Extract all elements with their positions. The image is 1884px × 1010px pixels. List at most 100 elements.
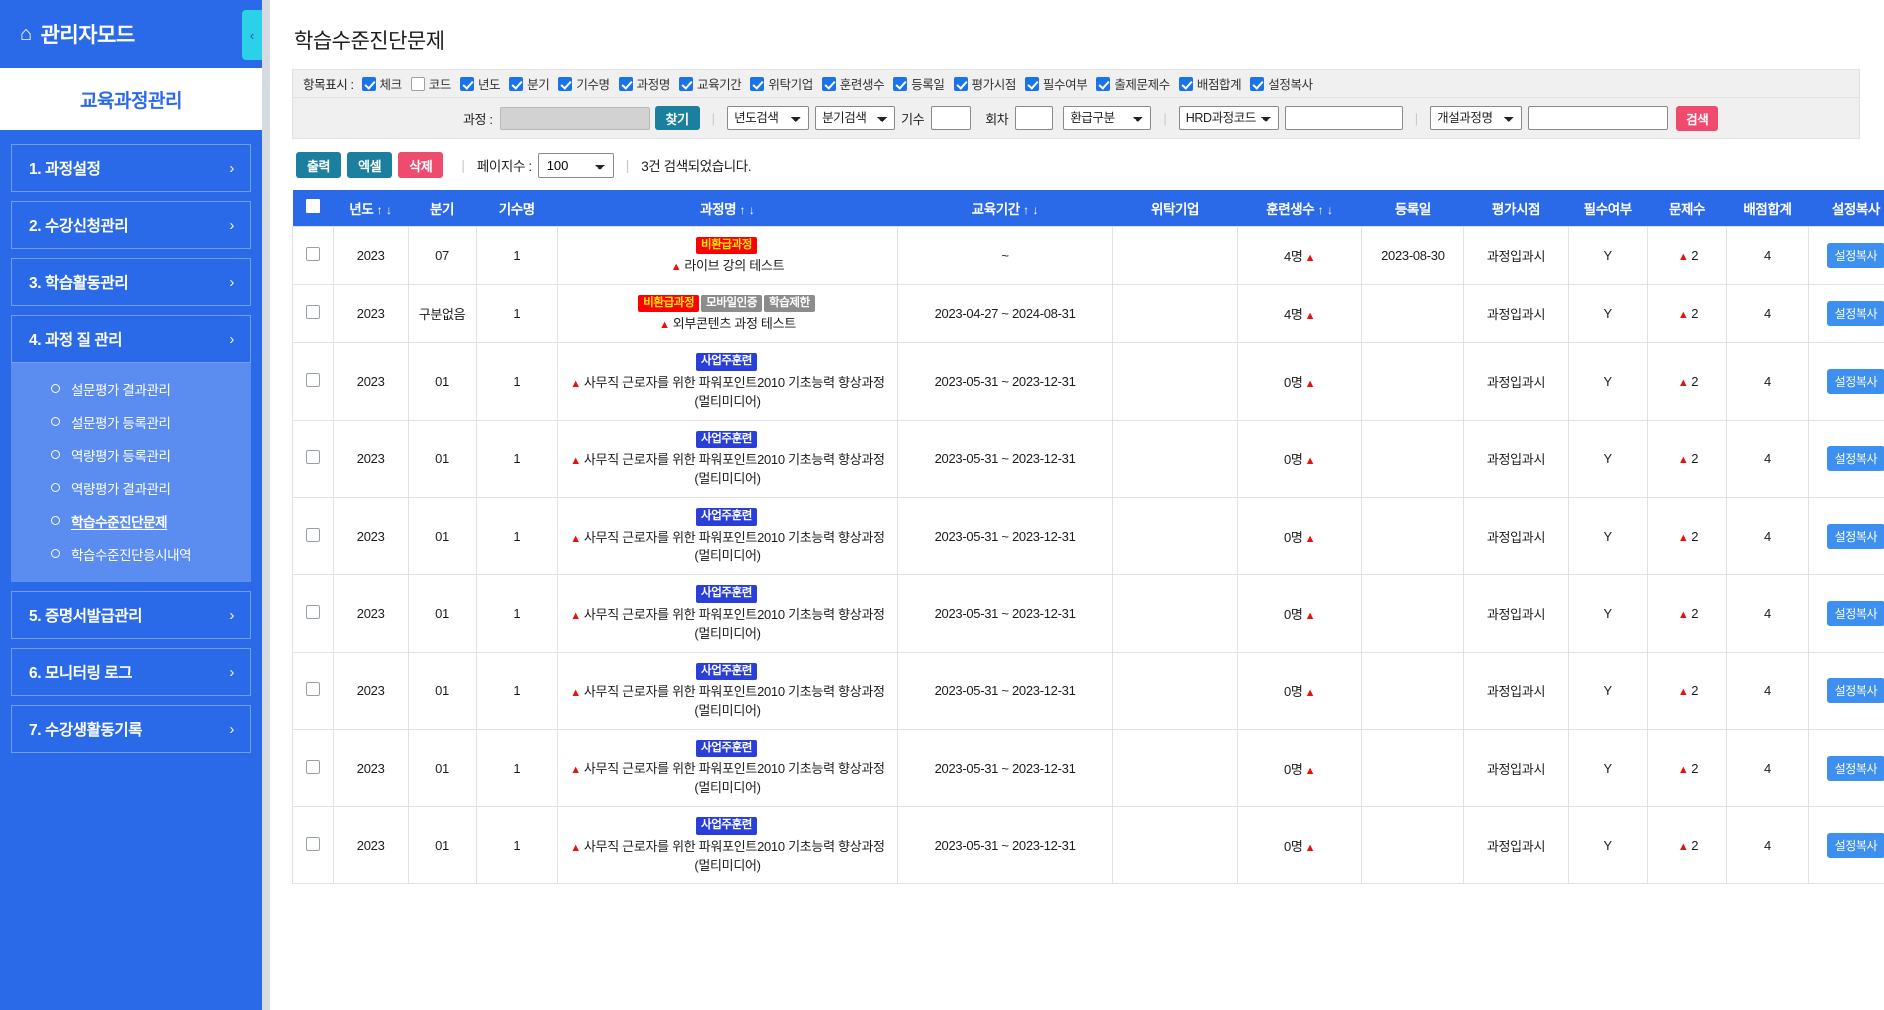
sort-desc-icon[interactable]: ↓ [1029,203,1038,217]
checkbox-icon[interactable] [618,76,633,91]
checkbox-icon[interactable] [361,76,376,91]
checkbox-icon[interactable] [410,76,425,91]
excel-button[interactable]: 엑셀 [347,152,393,178]
sidebar-item-1[interactable]: 1. 과정설정 › [11,144,251,192]
course-name-line[interactable]: ▲ 사무직 근로자를 위한 파워포인트2010 기초능력 향상과정(멀티미디어) [564,374,891,412]
table-header-course[interactable]: 과정명 ↑ ↓ [557,190,898,226]
checkbox-icon[interactable] [509,76,524,91]
display-option-9[interactable]: 등록일 [893,74,945,93]
copy-settings-button[interactable]: 설정복사 [1826,242,1884,268]
row-checkbox-cell[interactable] [292,496,334,576]
display-option-12[interactable]: 출제문제수 [1096,74,1170,93]
display-option-7[interactable]: 위탁기업 [750,74,813,93]
display-option-3[interactable]: 분기 [509,74,550,93]
sort-desc-icon[interactable]: ↓ [1324,203,1333,217]
copy-settings-button[interactable]: 설정복사 [1826,678,1884,704]
search-button[interactable]: 검색 [1676,105,1719,131]
print-button[interactable]: 출력 [296,152,342,178]
sort-desc-icon[interactable]: ↓ [746,203,755,217]
cell-copy-settings[interactable]: 설정복사 [1807,342,1884,421]
cell-copy-settings[interactable]: 설정복사 [1807,574,1884,653]
course-name-line[interactable]: ▲ 사무직 근로자를 위한 파워포인트2010 기초능력 향상과정(멀티미디어) [564,683,891,721]
checkbox-icon[interactable] [953,76,968,91]
course-name-line[interactable]: ▲ 사무직 근로자를 위한 파워포인트2010 기초능력 향상과정(멀티미디어) [564,606,891,644]
course-name-line[interactable]: ▲ 사무직 근로자를 위한 파워포인트2010 기초능력 향상과정(멀티미디어) [564,529,891,567]
course-name-line[interactable]: ▲ 외부콘텐츠 과정 테스트 [564,315,891,334]
row-checkbox[interactable] [305,682,320,697]
cell-copy-settings[interactable]: 설정복사 [1807,225,1884,285]
copy-settings-button[interactable]: 설정복사 [1826,446,1884,472]
row-checkbox[interactable] [305,450,320,465]
checkbox-icon[interactable] [1178,76,1193,91]
sidebar-item-6[interactable]: 6. 모니터링 로그 › [11,648,251,696]
checkbox-icon[interactable] [821,76,836,91]
display-option-8[interactable]: 훈련생수 [821,74,885,93]
page-size-select[interactable]: 100 [537,152,614,178]
course-name-line[interactable]: ▲ 사무직 근로자를 위한 파워포인트2010 기초능력 향상과정(멀티미디어) [564,838,891,876]
course-find-button[interactable]: 찾기 [654,106,700,130]
sidebar-item-4[interactable]: 4. 과정 질 관리 › [11,315,251,363]
sidebar-item-5[interactable]: 5. 증명서발급관리 › [11,591,251,639]
hrd-code-input[interactable] [1284,106,1403,130]
checkbox-icon[interactable] [750,76,765,91]
display-option-13[interactable]: 배점합계 [1178,74,1242,93]
copy-settings-button[interactable]: 설정복사 [1826,755,1884,781]
sidebar-item-7[interactable]: 7. 수강생활동기록 › [11,705,251,753]
row-checkbox[interactable] [305,604,320,619]
row-checkbox-cell[interactable] [292,283,334,344]
display-option-2[interactable]: 년도 [459,74,501,93]
refund-type-select[interactable]: 환급구분 [1063,106,1152,130]
open-course-name-select[interactable]: 개설과정명 [1430,106,1523,130]
display-option-0[interactable]: 체크 [361,74,402,93]
sidebar-subitem-3[interactable]: 역량평가 등록관리 [11,438,251,471]
cell-copy-settings[interactable]: 설정복사 [1807,651,1884,730]
table-header-trainees[interactable]: 훈련생수 ↑ ↓ [1237,190,1362,226]
copy-settings-button[interactable]: 설정복사 [1826,832,1884,858]
checkbox-icon[interactable] [893,76,908,91]
cell-copy-settings[interactable]: 설정복사 [1807,496,1884,576]
sort-asc-icon[interactable]: ↑ [373,203,383,217]
round-input[interactable] [1015,106,1054,130]
display-option-10[interactable]: 평가시점 [953,74,1016,93]
sort-desc-icon[interactable]: ↓ [383,203,392,217]
sidebar-collapse-button[interactable]: ‹ [242,10,262,60]
checkbox-icon[interactable] [1096,76,1111,91]
cohort-input[interactable] [931,106,972,130]
checkbox-icon[interactable] [558,76,573,91]
row-checkbox[interactable] [305,836,320,851]
sidebar-subitem-4[interactable]: 역량평가 결과관리 [11,471,251,504]
sidebar-subitem-5[interactable]: 학습수준진단문제 [11,504,251,537]
row-checkbox-cell[interactable] [292,728,334,808]
display-option-6[interactable]: 교육기간 [678,74,742,93]
course-name-line[interactable]: ▲ 사무직 근로자를 위한 파워포인트2010 기초능력 향상과정(멀티미디어) [564,451,891,489]
sort-asc-icon[interactable]: ↑ [1314,203,1324,217]
cell-copy-settings[interactable]: 설정복사 [1807,419,1884,499]
hrd-code-select[interactable]: HRD과정코드 [1178,106,1279,130]
display-option-1[interactable]: 코드 [410,74,451,93]
copy-settings-button[interactable]: 설정복사 [1826,369,1884,395]
delete-button[interactable]: 삭제 [398,152,444,178]
row-checkbox[interactable] [305,246,320,261]
checkbox-icon[interactable] [1024,76,1039,91]
row-checkbox[interactable] [305,759,320,774]
sort-asc-icon[interactable]: ↑ [1020,203,1029,217]
display-option-4[interactable]: 기수명 [558,74,610,93]
cell-copy-settings[interactable]: 설정복사 [1807,806,1884,885]
row-checkbox[interactable] [305,373,320,388]
sidebar-subitem-1[interactable]: 설문평가 결과관리 [11,372,251,405]
checkbox-icon[interactable] [1250,76,1265,91]
sort-asc-icon[interactable]: ↑ [736,203,746,217]
row-checkbox-cell[interactable] [292,225,334,285]
cell-copy-settings[interactable]: 설정복사 [1807,728,1884,808]
copy-settings-button[interactable]: 설정복사 [1826,301,1884,327]
row-checkbox-cell[interactable] [292,651,334,730]
select-all-checkbox[interactable] [305,199,320,214]
checkbox-icon[interactable] [678,76,693,91]
open-course-name-input[interactable] [1528,106,1669,130]
copy-settings-button[interactable]: 설정복사 [1826,523,1884,549]
course-name-line[interactable]: ▲ 라이브 강의 테스트 [564,257,891,276]
row-checkbox-cell[interactable] [292,574,334,653]
cell-copy-settings[interactable]: 설정복사 [1807,283,1884,344]
row-checkbox[interactable] [305,305,320,320]
year-search-select[interactable]: 년도검색 [727,106,810,130]
